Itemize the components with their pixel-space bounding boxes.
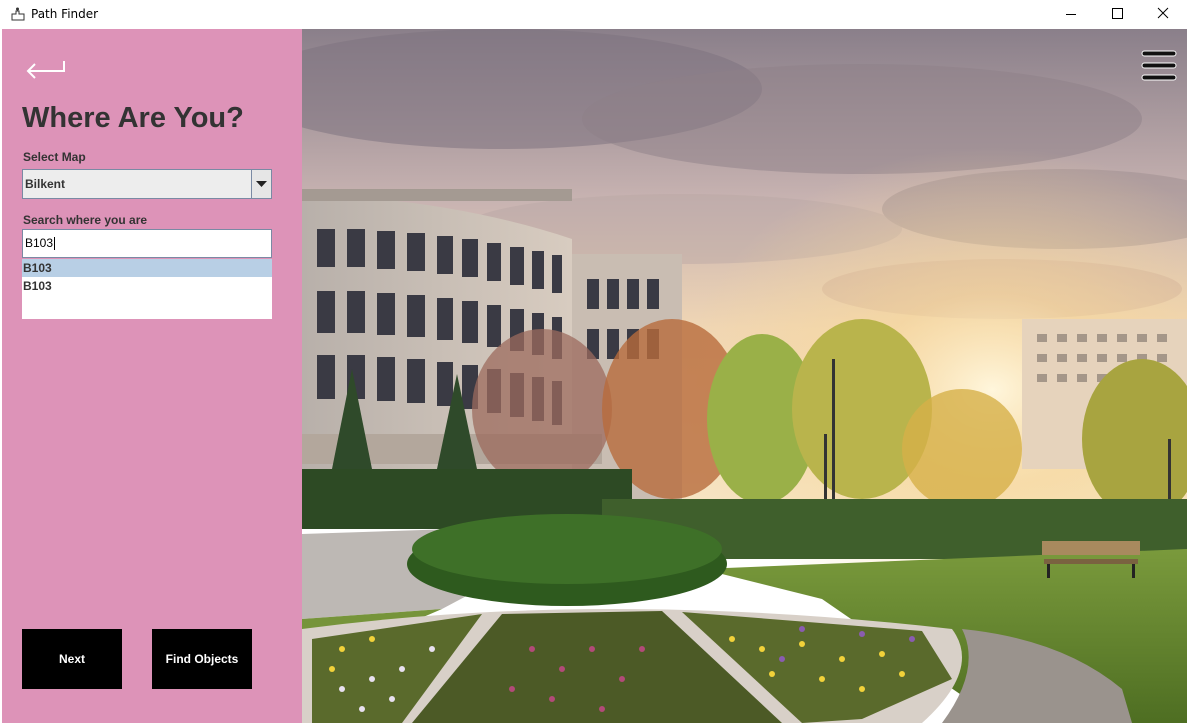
search-label: Search where you are	[23, 213, 148, 227]
window-title: Path Finder	[31, 7, 99, 21]
map-select-toggle[interactable]	[251, 170, 271, 198]
minimize-icon	[1066, 14, 1076, 15]
text-caret	[54, 237, 56, 251]
page-title: Where Are You?	[22, 102, 244, 134]
maximize-icon	[1112, 8, 1123, 19]
title-bar: Path Finder	[0, 0, 1189, 29]
campus-photo	[302, 29, 1187, 723]
hamburger-menu-icon[interactable]	[1141, 48, 1177, 84]
suggestion-list: B103 B103	[22, 259, 272, 319]
maximize-button[interactable]	[1094, 0, 1140, 29]
side-panel: Where Are You? Select Map Bilkent Search…	[2, 29, 302, 723]
map-select[interactable]: Bilkent	[22, 169, 272, 199]
suggestion-item[interactable]: B103	[22, 259, 272, 277]
minimize-button[interactable]	[1048, 0, 1094, 29]
app-icon	[11, 7, 25, 21]
search-input[interactable]: B103	[22, 229, 272, 258]
campus-illustration	[302, 29, 1187, 723]
select-map-label: Select Map	[23, 150, 86, 164]
find-objects-button[interactable]: Find Objects	[152, 629, 252, 689]
close-button[interactable]	[1140, 0, 1186, 29]
close-icon	[1157, 7, 1169, 19]
map-select-value: Bilkent	[25, 177, 66, 191]
next-button[interactable]: Next	[22, 629, 122, 689]
back-arrow-icon[interactable]	[24, 57, 70, 85]
suggestion-item[interactable]: B103	[22, 277, 272, 295]
search-input-value: B103	[25, 236, 54, 250]
chevron-down-icon	[256, 181, 267, 187]
